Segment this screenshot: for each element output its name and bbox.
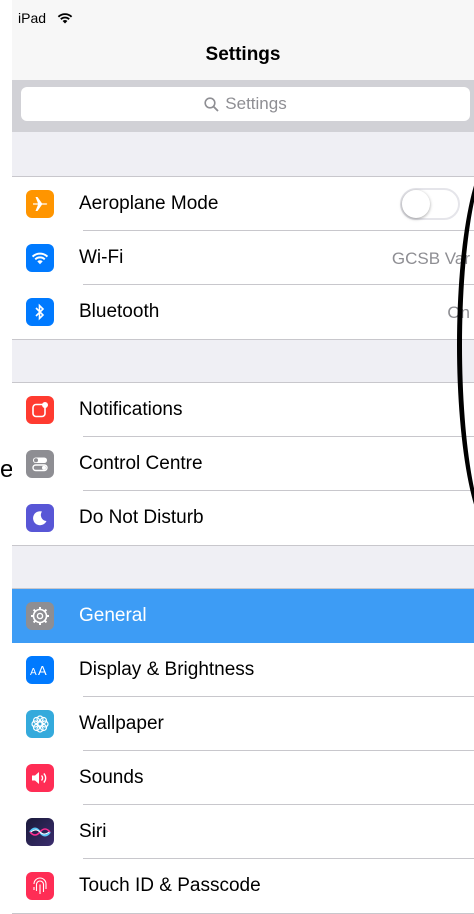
toggle-knob [402, 190, 430, 218]
row-control-centre[interactable]: Control Centre [12, 437, 474, 491]
notifications-icon [26, 396, 54, 424]
connectivity-group: Aeroplane Mode Wi-Fi GCSB Var Bluetooth … [12, 176, 474, 340]
row-siri[interactable]: Siri [12, 805, 474, 859]
wifi-status-icon [57, 13, 73, 24]
row-label: Bluetooth [79, 301, 160, 322]
row-do-not-disturb[interactable]: Do Not Disturb [12, 491, 474, 545]
row-general[interactable]: General [12, 589, 474, 643]
wifi-icon [26, 244, 54, 272]
search-input[interactable]: Settings [21, 87, 470, 121]
row-label: Notifications [79, 399, 183, 420]
row-label: Wi-Fi [79, 247, 124, 268]
search-placeholder: Settings [225, 94, 287, 113]
bluetooth-icon [26, 298, 54, 326]
moon-icon [26, 504, 54, 532]
row-label: Wallpaper [79, 713, 164, 734]
svg-text:A: A [38, 663, 47, 677]
notifications-group: Notifications Control Centre Do Not Dist… [12, 382, 474, 546]
fingerprint-icon [26, 872, 54, 900]
group-spacer [12, 546, 474, 588]
airplane-icon [26, 190, 54, 218]
row-aeroplane-mode[interactable]: Aeroplane Mode [12, 177, 474, 231]
device-label: iPad [18, 10, 47, 26]
gear-icon [26, 602, 54, 630]
general-group: General AA Display & Brightness Wallpape… [12, 588, 474, 914]
wifi-network-value: GCSB Var [391, 249, 470, 268]
row-wallpaper[interactable]: Wallpaper [12, 697, 474, 751]
aeroplane-mode-toggle[interactable] [400, 188, 460, 220]
status-bar: iPad [12, 0, 474, 36]
settings-panel: iPad Settings Settings Aeroplane Mode Wi… [12, 0, 474, 914]
row-label: Touch ID & Passcode [79, 875, 261, 896]
sounds-icon [26, 764, 54, 792]
group-spacer [12, 340, 474, 382]
navigation-bar: Settings [12, 36, 474, 80]
row-notifications[interactable]: Notifications [12, 383, 474, 437]
row-label: Sounds [79, 767, 144, 788]
row-label: Do Not Disturb [79, 507, 204, 528]
search-icon [204, 96, 219, 112]
row-label: Display & Brightness [79, 659, 255, 680]
row-label: Control Centre [79, 453, 203, 474]
row-touch-id-passcode[interactable]: Touch ID & Passcode [12, 859, 474, 913]
wallpaper-icon [26, 710, 54, 738]
row-label: Aeroplane Mode [79, 193, 219, 214]
display-icon: AA [26, 656, 54, 684]
search-bar: Settings [12, 80, 474, 132]
svg-text:A: A [30, 667, 37, 677]
control-centre-icon [26, 450, 54, 478]
row-wifi[interactable]: Wi-Fi GCSB Var [12, 231, 474, 285]
cropped-text: e [0, 456, 12, 483]
row-bluetooth[interactable]: Bluetooth On [12, 285, 474, 339]
group-spacer [12, 132, 474, 176]
siri-icon [26, 818, 54, 846]
row-label: General [79, 605, 147, 626]
page-title: Settings [205, 44, 281, 65]
row-sounds[interactable]: Sounds [12, 751, 474, 805]
row-display-brightness[interactable]: AA Display & Brightness [12, 643, 474, 697]
bluetooth-value: On [447, 303, 470, 322]
row-label: Siri [79, 821, 107, 842]
